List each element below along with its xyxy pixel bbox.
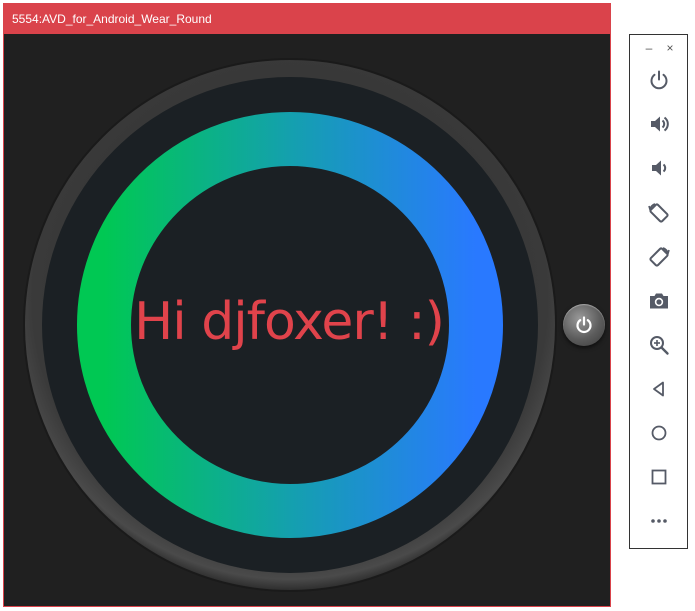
zoom-icon xyxy=(650,336,669,355)
volume-down-icon xyxy=(652,160,667,176)
window-title: 5554:AVD_for_Android_Wear_Round xyxy=(4,4,610,34)
rotate-left-icon xyxy=(648,203,669,223)
power-icon xyxy=(576,316,592,334)
volume-down-button[interactable] xyxy=(644,153,674,183)
more-button[interactable] xyxy=(644,506,674,536)
back-button[interactable] xyxy=(644,374,674,404)
minimize-button[interactable]: – xyxy=(640,39,658,57)
close-button[interactable]: × xyxy=(661,39,679,57)
overview-button[interactable] xyxy=(644,462,674,492)
device-screen[interactable]: Hi djfoxer! :) xyxy=(4,34,610,606)
power-icon xyxy=(650,70,668,90)
rotate-right-icon xyxy=(649,247,670,267)
greeting-text: Hi djfoxer! :) xyxy=(134,292,445,352)
home-icon xyxy=(651,425,667,441)
home-button[interactable] xyxy=(644,418,674,448)
emulator-toolbar: – × xyxy=(629,34,688,549)
overview-icon xyxy=(651,469,667,485)
volume-up-button[interactable] xyxy=(644,109,674,139)
camera-icon xyxy=(650,293,668,309)
more-icon xyxy=(651,519,667,523)
screenshot-button[interactable] xyxy=(644,286,674,316)
rotate-left-button[interactable] xyxy=(644,198,674,228)
toolbar-power-button[interactable] xyxy=(644,65,674,95)
hardware-power-button[interactable] xyxy=(563,304,605,346)
volume-up-icon xyxy=(651,116,669,132)
back-icon xyxy=(653,381,664,397)
zoom-button[interactable] xyxy=(644,330,674,360)
emulator-window: 5554:AVD_for_Android_Wear_Round Hi djfox… xyxy=(3,3,611,607)
rotate-right-button[interactable] xyxy=(644,242,674,272)
toolbar-window-controls: – × xyxy=(630,39,687,57)
